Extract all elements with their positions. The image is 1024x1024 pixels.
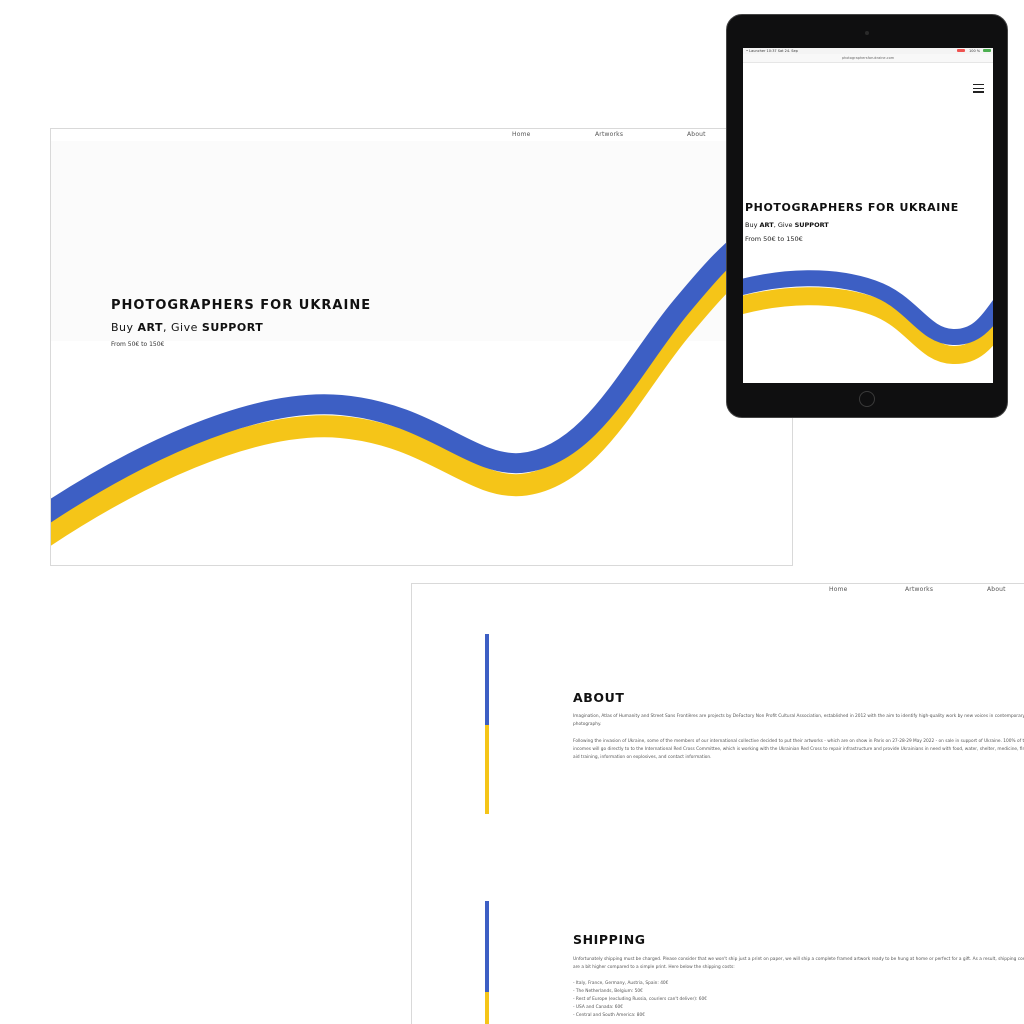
about-nav-home-link[interactable]: Home [829, 586, 848, 593]
tablet-hero-price: From 50€ to 150€ [745, 235, 803, 243]
shipping-item: - Central and South America: 80€ [573, 1013, 645, 1018]
ribbon-yellow-stripe [51, 224, 792, 546]
tablet-camera [865, 31, 869, 35]
tagline-support: SUPPORT [201, 321, 264, 334]
shipping-item: - Italy, France, Germany, Austria, Spain… [573, 981, 669, 986]
shipping-item: - Rest of Europe (excluding Russia, cour… [573, 997, 707, 1002]
shipping-heading: SHIPPING [573, 932, 646, 947]
shipping-item: - USA and Canada: 60€ [573, 1005, 623, 1010]
shipping-intro: Unfortunately shipping must be charged. … [573, 957, 1024, 970]
shipping-item: - The Netherlands, Belgium: 50€ [573, 989, 643, 994]
shipping-section-blue-bar [485, 901, 489, 992]
hero-title: PHOTOGRAPHERS FOR UKRAINE [111, 298, 372, 313]
about-nav-about-link[interactable]: About [987, 586, 1006, 593]
shipping-cost-list: - Italy, France, Germany, Austria, Spain… [573, 980, 707, 1020]
tablet-hero-tagline: Buy ART, Give SUPPORT [745, 221, 829, 229]
about-heading: ABOUT [573, 690, 625, 705]
tablet-screen: • Launcher 10:37 Sat 24. Sep 100 % photo… [743, 48, 993, 383]
shipping-section-yellow-bar [485, 992, 489, 1024]
tablet-hero-title: PHOTOGRAPHERS FOR UKRAINE [745, 201, 959, 214]
tagline-art: ART [137, 321, 164, 334]
tablet-tagline-give: , Give [773, 221, 795, 229]
about-section-blue-bar [485, 634, 489, 725]
tablet-ukraine-ribbon [743, 270, 993, 364]
hero-price-range: From 50€ to 150€ [111, 341, 165, 348]
desktop-hero-screenshot: Home Artworks About PHOTOGRAPHERS FOR UK… [50, 128, 793, 566]
tablet-home-button[interactable] [859, 391, 875, 407]
tablet-device-mockup: • Launcher 10:37 Sat 24. Sep 100 % photo… [726, 14, 1008, 418]
about-paragraph-2: Following the invasion of Ukraine, some … [573, 739, 1024, 760]
about-paragraph-1: Imagination, Atlas of Humanity and Stree… [573, 714, 1024, 727]
tablet-ribbon-yellow-stripe [743, 287, 993, 364]
tablet-tagline-art: ART [759, 221, 774, 229]
about-page-screenshot: Home Artworks About ABOUT Imagination, A… [411, 583, 1024, 1024]
tagline-give: , Give [163, 321, 202, 334]
tablet-tagline-buy: Buy [745, 221, 760, 229]
hero-tagline: Buy ART, Give SUPPORT [111, 321, 263, 334]
about-nav-artworks-link[interactable]: Artworks [905, 586, 933, 593]
tablet-tagline-support: SUPPORT [794, 221, 829, 229]
about-section-yellow-bar [485, 725, 489, 814]
tagline-buy: Buy [111, 321, 138, 334]
